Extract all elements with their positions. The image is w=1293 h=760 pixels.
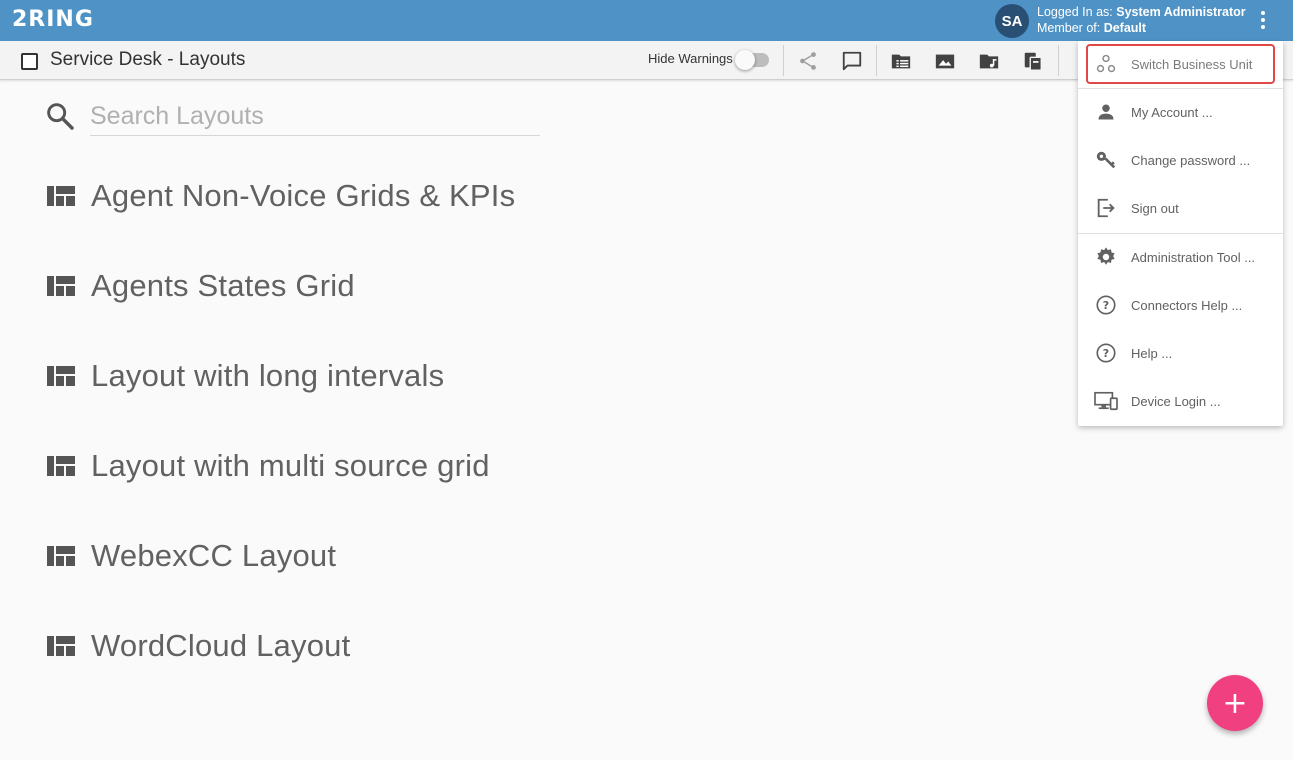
search-icon [44, 100, 76, 132]
menu-item-label: Help ... [1131, 345, 1173, 361]
person-icon [1094, 100, 1118, 124]
device-icon [1094, 389, 1118, 413]
menu-item-switch-business-unit[interactable]: Switch Business Unit [1078, 41, 1283, 87]
help-icon: ? [1094, 341, 1118, 365]
menu-item-label: Connectors Help ... [1131, 297, 1243, 313]
folder-list-icon[interactable] [889, 49, 913, 73]
menu-item-connectors-help[interactable]: ? Connectors Help ... [1078, 282, 1283, 328]
highlight-box [1086, 44, 1275, 84]
layout-icon [47, 366, 75, 386]
account-menu: Switch Business Unit My Account ... Chan… [1078, 41, 1283, 426]
layout-icon [47, 186, 75, 206]
comment-icon[interactable] [840, 49, 864, 73]
share-icon[interactable] [796, 49, 820, 73]
select-all-checkbox[interactable] [21, 53, 38, 70]
toolbar-divider [876, 45, 877, 76]
menu-item-change-password[interactable]: Change password ... [1078, 137, 1283, 183]
layout-icon [47, 276, 75, 296]
layout-icon [47, 636, 75, 656]
layout-item[interactable]: Agent Non-Voice Grids & KPIs [46, 171, 515, 221]
member-group: Default [1103, 21, 1147, 35]
add-layout-button[interactable]: + [1207, 675, 1263, 731]
folder-music-icon[interactable] [977, 49, 1001, 73]
app-bar: 2RING SA Logged In as: System Administra… [0, 0, 1293, 41]
menu-item-my-account[interactable]: My Account ... [1078, 89, 1283, 135]
member-prefix: Member of: [1037, 21, 1104, 35]
layout-icon [47, 546, 75, 566]
svg-text:?: ? [1103, 299, 1109, 312]
page-title: Service Desk - Layouts [50, 49, 246, 70]
image-icon[interactable] [933, 49, 957, 73]
hide-warnings-toggle[interactable] [735, 50, 769, 70]
layout-name: WordCloud Layout [91, 628, 351, 663]
layout-name: WebexCC Layout [91, 538, 337, 573]
user-info: Logged In as: System Administrator Membe… [1037, 4, 1246, 36]
menu-item-administration-tool[interactable]: Administration Tool ... [1078, 234, 1283, 280]
layout-icon [47, 456, 75, 476]
logo: 2RING [12, 7, 94, 32]
layout-item[interactable]: WordCloud Layout [46, 621, 350, 671]
avatar[interactable]: SA [995, 4, 1029, 38]
layout-item[interactable]: Layout with multi source grid [46, 441, 490, 491]
layout-item[interactable]: Layout with long intervals [46, 351, 444, 401]
menu-item-label: Sign out [1131, 200, 1179, 216]
menu-item-label: Change password ... [1131, 152, 1251, 168]
sign-out-icon [1094, 196, 1118, 220]
copy-icon[interactable] [1021, 49, 1045, 73]
toolbar-divider [783, 45, 784, 76]
menu-item-label: Device Login ... [1131, 393, 1221, 409]
hide-warnings-label: Hide Warnings [648, 51, 733, 66]
menu-item-label: Administration Tool ... [1131, 249, 1256, 265]
key-icon [1094, 148, 1118, 172]
layout-name: Layout with long intervals [91, 358, 445, 393]
menu-item-device-login[interactable]: Device Login ... [1078, 378, 1283, 424]
layout-name: Agent Non-Voice Grids & KPIs [91, 178, 516, 213]
search-input[interactable] [90, 98, 540, 136]
layout-item[interactable]: Agents States Grid [46, 261, 355, 311]
layout-name: Layout with multi source grid [91, 448, 490, 483]
menu-item-sign-out[interactable]: Sign out [1078, 185, 1283, 231]
menu-item-help[interactable]: ? Help ... [1078, 330, 1283, 376]
layout-item[interactable]: WebexCC Layout [46, 531, 336, 581]
help-icon: ? [1094, 293, 1118, 317]
layout-name: Agents States Grid [91, 268, 355, 303]
gear-icon [1094, 245, 1118, 269]
logged-in-prefix: Logged In as: [1037, 5, 1117, 19]
logged-in-user: System Administrator [1116, 5, 1246, 19]
more-menu-icon[interactable] [1254, 10, 1272, 30]
svg-text:?: ? [1103, 347, 1109, 360]
menu-item-label: My Account ... [1131, 104, 1213, 120]
toolbar-divider [1058, 45, 1059, 76]
